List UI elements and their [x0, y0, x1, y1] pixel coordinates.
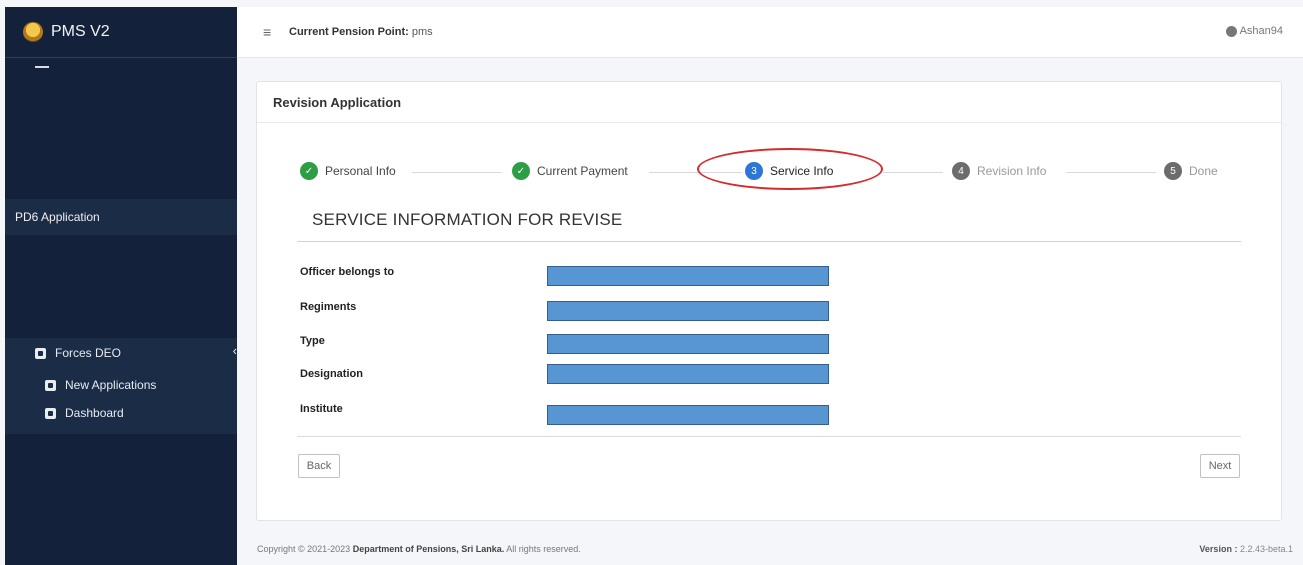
sidebar-menu-block: Forces DEO ‹ New Applications Dashboard	[5, 338, 237, 434]
version-label: Version :	[1199, 544, 1238, 554]
label-institute: Institute	[300, 403, 343, 415]
regiments-select[interactable]	[547, 301, 829, 321]
pension-point-label: Current Pension Point:	[289, 26, 409, 38]
designation-input[interactable]	[547, 364, 829, 384]
step-label: Personal Info	[325, 164, 396, 178]
step-number: 5	[1164, 162, 1182, 180]
topbar: ≡ Current Pension Point: pms Ashan94	[237, 7, 1303, 58]
step-current-payment[interactable]: ✓ Current Payment	[512, 162, 628, 180]
institute-input[interactable]	[547, 405, 829, 425]
label-officer-belongs-to: Officer belongs to	[300, 266, 395, 278]
copyright: Copyright © 2021-2023 Department of Pens…	[257, 544, 581, 554]
card-title: Revision Application	[257, 82, 1281, 123]
sidebar-item-dashboard[interactable]: Dashboard	[5, 402, 277, 424]
sidebar: PMS V2 PD6 Application Forces DEO ‹ New …	[5, 7, 237, 565]
sidebar-item-new-applications[interactable]: New Applications	[5, 374, 277, 396]
label-type: Type	[300, 335, 325, 347]
version-info: Version : 2.2.43-beta.1	[1199, 544, 1293, 554]
step-label: Current Payment	[537, 164, 628, 178]
label-designation: Designation	[300, 368, 363, 380]
sidebar-item-label: Dashboard	[65, 406, 124, 420]
sidebar-item-forces-deo[interactable]: Forces DEO ‹	[5, 342, 267, 364]
current-pension-point: Current Pension Point: pms	[289, 26, 433, 38]
step-label: Done	[1189, 164, 1218, 178]
pension-point-value: pms	[411, 26, 433, 38]
step-connector	[1066, 172, 1156, 173]
step-done[interactable]: 5 Done	[1164, 162, 1218, 180]
sidebar-item-pd6-application[interactable]: PD6 Application	[5, 199, 237, 235]
label-regiments: Regiments	[300, 301, 357, 313]
step-connector	[412, 172, 502, 173]
brand[interactable]: PMS V2	[5, 7, 237, 58]
back-button[interactable]: Back	[298, 454, 340, 478]
divider	[297, 241, 1241, 242]
user-menu[interactable]: Ashan94	[1225, 25, 1283, 37]
step-label: Revision Info	[977, 164, 1047, 178]
copyright-org[interactable]: Department of Pensions, Sri Lanka.	[353, 544, 505, 554]
check-icon: ✓	[300, 162, 318, 180]
chevron-left-icon[interactable]: ‹	[233, 343, 237, 358]
address-book-icon	[45, 379, 56, 391]
collapse-line-icon[interactable]	[35, 66, 49, 68]
address-book-icon	[45, 407, 56, 419]
username: Ashan94	[1239, 25, 1283, 37]
copyright-suffix: All rights reserved.	[506, 544, 581, 554]
revision-application-card: Revision Application ✓ Personal Info ✓ C…	[256, 81, 1282, 521]
version-value: 2.2.43-beta.1	[1239, 544, 1293, 554]
menu-toggle-icon[interactable]: ≡	[263, 24, 271, 40]
section-title: SERVICE INFORMATION FOR REVISE	[312, 210, 623, 229]
next-button[interactable]: Next	[1200, 454, 1240, 478]
annotation-ellipse	[697, 148, 883, 190]
officer-belongs-to-select[interactable]	[547, 266, 829, 286]
sidebar-item-label: New Applications	[65, 378, 157, 392]
step-connector	[883, 172, 943, 173]
divider	[297, 436, 1241, 437]
brand-title: PMS V2	[51, 23, 110, 40]
step-number: 4	[952, 162, 970, 180]
step-personal-info[interactable]: ✓ Personal Info	[300, 162, 396, 180]
sidebar-item-label: Forces DEO	[55, 346, 122, 360]
step-revision-info[interactable]: 4 Revision Info	[952, 162, 1046, 180]
check-icon: ✓	[512, 162, 530, 180]
emblem-logo-icon	[23, 22, 43, 42]
type-select[interactable]	[547, 334, 829, 354]
user-circle-icon	[1225, 25, 1237, 37]
address-book-icon	[35, 347, 46, 359]
copyright-prefix: Copyright © 2021-2023	[257, 544, 351, 554]
